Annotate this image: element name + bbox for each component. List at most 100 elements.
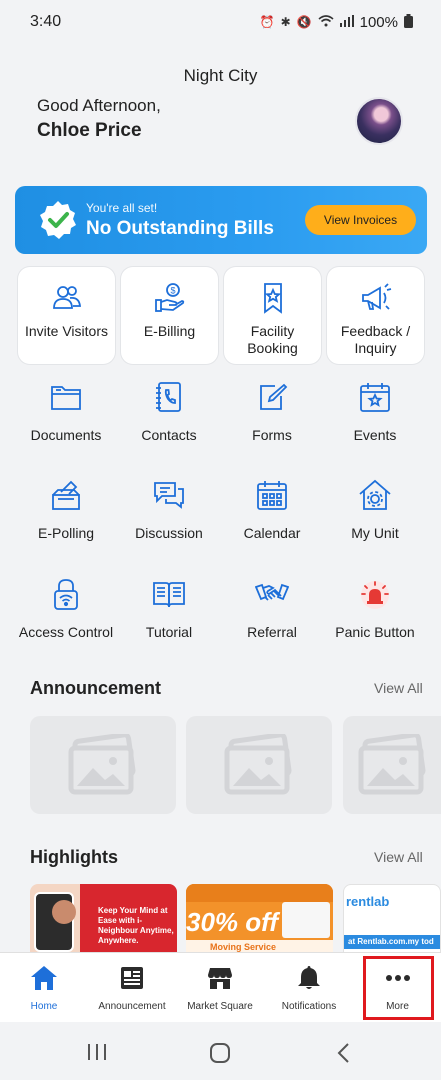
nav-label: Announcement bbox=[98, 1001, 166, 1012]
house-gear-icon bbox=[323, 478, 427, 512]
status-icons: ⏰ ✱ 🔇 100% bbox=[259, 13, 413, 31]
user-name: Chloe Price bbox=[37, 120, 142, 141]
header: Night City Good Afternoon, Chloe Price bbox=[0, 44, 441, 164]
tile-contacts[interactable]: Contacts bbox=[117, 380, 221, 470]
tile-label: Events bbox=[353, 427, 397, 443]
highlights-title: Highlights bbox=[30, 847, 118, 867]
card-label: Facility Booking bbox=[247, 323, 298, 356]
person-image bbox=[52, 900, 76, 924]
card-label: Invite Visitors bbox=[25, 323, 108, 339]
tile-label: My Unit bbox=[351, 525, 399, 541]
tile-label: Contacts bbox=[141, 427, 197, 443]
bell-icon bbox=[264, 965, 354, 991]
home-button-icon[interactable] bbox=[209, 1042, 231, 1069]
tile-label: Discussion bbox=[135, 525, 203, 541]
banner-title: No Outstanding Bills bbox=[86, 218, 274, 239]
edit-form-icon bbox=[220, 380, 324, 414]
card-feedback-inquiry[interactable]: Feedback / Inquiry bbox=[327, 267, 424, 364]
tile-referral[interactable]: Referral bbox=[220, 577, 324, 667]
tile-documents[interactable]: Documents bbox=[14, 380, 118, 470]
image-placeholder-icon bbox=[358, 734, 426, 795]
mute-icon: 🔇 bbox=[296, 15, 312, 29]
status-bar: 3:40 ⏰ ✱ 🔇 100% bbox=[0, 0, 441, 44]
tile-label: Referral bbox=[247, 624, 297, 640]
tile-label: Access Control bbox=[18, 624, 114, 640]
home-icon bbox=[0, 965, 88, 991]
card-label: Feedback / Inquiry bbox=[340, 323, 411, 356]
card-label: E-Billing bbox=[143, 323, 196, 339]
announcement-card[interactable] bbox=[343, 716, 441, 814]
chat-bubbles-icon bbox=[117, 478, 221, 512]
highlight-headline: Keep Your Mind at Ease with i-Neighbour … bbox=[98, 906, 174, 945]
nav-notifications[interactable]: Notifications bbox=[264, 953, 354, 1023]
back-icon[interactable] bbox=[336, 1042, 350, 1069]
card-invite-visitors[interactable]: Invite Visitors bbox=[18, 267, 115, 364]
ballot-box-icon bbox=[14, 478, 118, 512]
calendar-star-icon bbox=[323, 380, 427, 414]
bills-banner: You're all set! No Outstanding Bills Vie… bbox=[15, 186, 427, 254]
hand-coin-icon: $ bbox=[121, 281, 218, 313]
tile-tutorial[interactable]: Tutorial bbox=[117, 577, 221, 667]
store-icon bbox=[176, 965, 264, 991]
tile-label: Panic Button bbox=[335, 624, 415, 640]
siren-icon bbox=[323, 577, 427, 611]
tile-label: E-Polling bbox=[37, 525, 95, 541]
handshake-icon bbox=[220, 577, 324, 611]
truck-image bbox=[282, 902, 330, 938]
highlight-card[interactable]: Keep Your Mind at Ease with i-Neighbour … bbox=[30, 884, 177, 954]
nav-announcement[interactable]: Announcement bbox=[88, 953, 176, 1023]
community-name[interactable]: Night City bbox=[0, 66, 441, 86]
highlight-card[interactable]: 30% off Moving Service bbox=[186, 884, 333, 954]
greeting-text: Good Afternoon, bbox=[37, 96, 161, 115]
nav-label: Market Square bbox=[187, 1001, 253, 1012]
tile-panic-button[interactable]: Panic Button bbox=[323, 577, 427, 667]
system-nav-bar bbox=[0, 1022, 441, 1080]
tile-forms[interactable]: Forms bbox=[220, 380, 324, 470]
card-facility-booking[interactable]: Facility Booking bbox=[224, 267, 321, 364]
tile-label: Tutorial bbox=[145, 624, 193, 640]
tile-e-polling[interactable]: E-Polling bbox=[14, 478, 118, 568]
tile-discussion[interactable]: Discussion bbox=[117, 478, 221, 568]
tile-events[interactable]: Events bbox=[323, 380, 427, 470]
recent-apps-icon[interactable] bbox=[86, 1042, 108, 1067]
bookmark-star-icon bbox=[224, 281, 321, 314]
announcement-card[interactable] bbox=[30, 716, 176, 814]
highlight-top-band bbox=[186, 884, 333, 902]
tile-label: Calendar bbox=[243, 525, 301, 541]
nav-label: Notifications bbox=[281, 1001, 337, 1012]
card-e-billing[interactable]: $ E-Billing bbox=[121, 267, 218, 364]
newspaper-icon bbox=[88, 965, 176, 991]
highlights-view-all-link[interactable]: View All bbox=[374, 849, 423, 865]
avatar[interactable] bbox=[355, 97, 403, 145]
megaphone-icon bbox=[327, 281, 424, 313]
nav-home[interactable]: Home bbox=[0, 953, 88, 1023]
image-placeholder-icon bbox=[68, 734, 136, 795]
battery-percent: 100% bbox=[359, 13, 398, 31]
announcement-card[interactable] bbox=[186, 716, 332, 814]
more-highlight-box bbox=[363, 956, 434, 1020]
tile-my-unit[interactable]: My Unit bbox=[323, 478, 427, 568]
highlight-card[interactable]: rentlab at Rentlab.com.my tod bbox=[343, 884, 441, 954]
phone-book-icon bbox=[117, 380, 221, 414]
svg-text:$: $ bbox=[170, 286, 175, 296]
tile-label: Documents bbox=[30, 427, 102, 443]
announcement-view-all-link[interactable]: View All bbox=[374, 680, 423, 696]
highlight-sub: Moving Service bbox=[210, 942, 277, 952]
folder-icon bbox=[14, 380, 118, 414]
highlight-brand: rentlab bbox=[346, 894, 390, 909]
alarm-icon: ⏰ bbox=[259, 15, 275, 29]
battery-icon bbox=[404, 13, 413, 31]
tile-access-control[interactable]: Access Control bbox=[14, 577, 118, 667]
nav-market-square[interactable]: Market Square bbox=[176, 953, 264, 1023]
lock-wifi-icon bbox=[14, 577, 118, 611]
open-book-icon bbox=[117, 577, 221, 611]
announcement-title: Announcement bbox=[30, 678, 162, 698]
calendar-grid-icon bbox=[220, 478, 324, 512]
bluetooth-icon: ✱ bbox=[280, 15, 291, 29]
highlight-text: at Rentlab.com.my tod bbox=[348, 937, 434, 946]
highlight-headline: 30% off bbox=[186, 907, 278, 937]
view-invoices-button[interactable]: View Invoices bbox=[305, 205, 416, 235]
signal-icon bbox=[339, 14, 354, 30]
nav-label: Home bbox=[30, 1001, 58, 1012]
tile-calendar[interactable]: Calendar bbox=[220, 478, 324, 568]
